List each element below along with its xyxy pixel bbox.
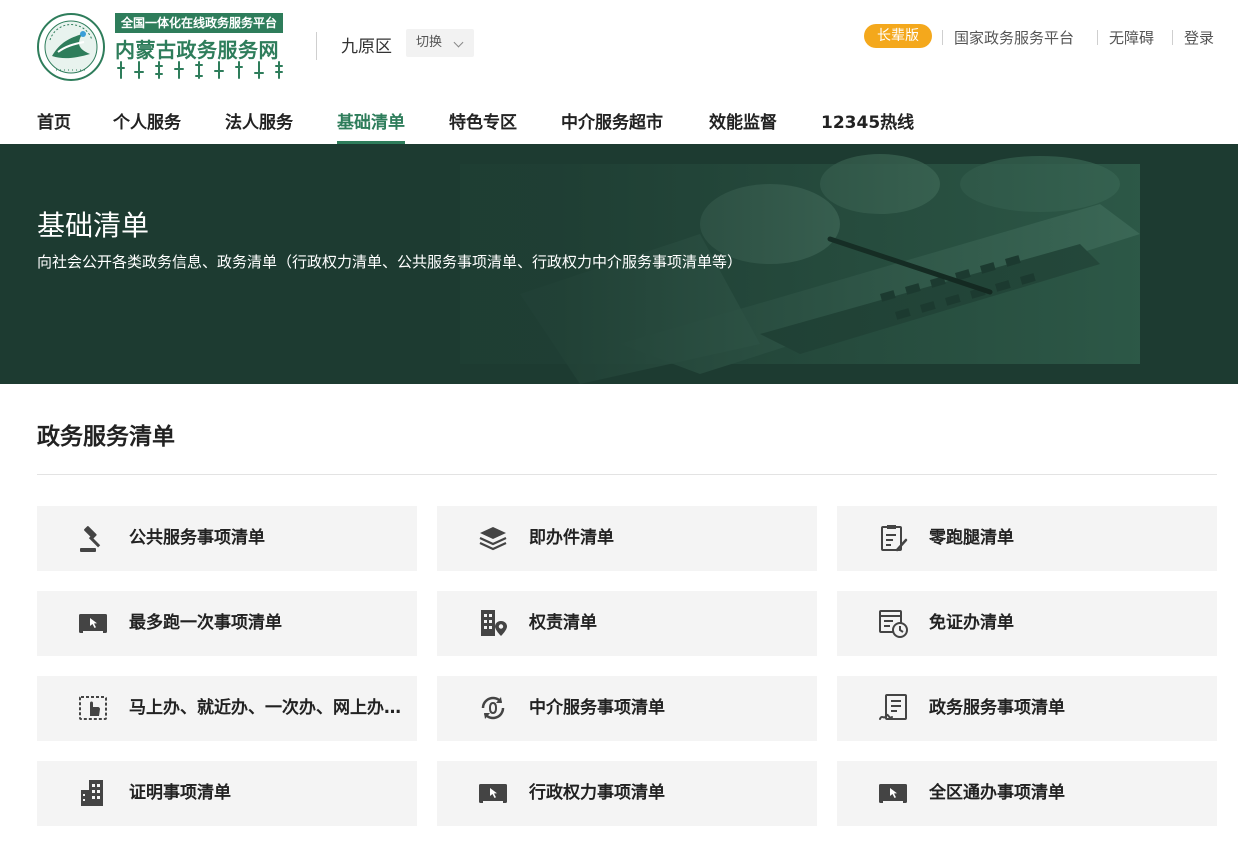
gavel-icon [80, 526, 101, 552]
nav-item-12345-hotline[interactable]: 12345热线 [821, 108, 914, 144]
document-pen-icon [881, 525, 908, 552]
link-separator [1172, 30, 1173, 45]
section-title: 政务服务清单 [37, 424, 175, 450]
list-card-powers-responsibilities[interactable]: 权责清单 [437, 591, 817, 656]
card-label: 公共服务事项清单 [129, 528, 265, 548]
mongolian-script-logo-icon [117, 61, 283, 79]
monitor-cursor-icon [479, 784, 507, 803]
logo-tagline: 全国一体化在线政务服务平台 [115, 13, 284, 33]
section-divider [37, 474, 1217, 475]
logo-title[interactable]: 内蒙古政务服务网 [115, 34, 279, 63]
building-location-icon [481, 610, 507, 636]
monitor-cursor-icon [879, 784, 907, 803]
nav-item-legal-entity-services[interactable]: 法人服务 [225, 108, 293, 144]
list-card-certificate-free[interactable]: 免证办清单 [837, 591, 1217, 656]
list-card-government-service-items[interactable]: 政务服务事项清单 [837, 676, 1217, 741]
logo-emblem-icon[interactable] [36, 12, 106, 82]
header-divider [316, 32, 317, 60]
list-card-public-services[interactable]: 公共服务事项清单 [37, 506, 417, 571]
card-label: 行政权力事项清单 [529, 783, 665, 803]
list-card-region-wide-services[interactable]: 全区通办事项清单 [837, 761, 1217, 826]
list-card-one-trip-max[interactable]: 最多跑一次事项清单 [37, 591, 417, 656]
list-card-immediate-nearby-online[interactable]: 马上办、就近办、一次办、网上办清单 [37, 676, 417, 741]
list-card-zero-trips[interactable]: 零跑腿清单 [837, 506, 1217, 571]
banner-subtitle: 向社会公开各类政务信息、政务清单（行政权力清单、公共服务事项清单、行政权力中介服… [37, 253, 743, 271]
national-platform-link[interactable]: 国家政务服务平台 [954, 27, 1074, 48]
layers-icon [479, 527, 507, 551]
accessibility-link[interactable]: 无障碍 [1109, 27, 1154, 48]
page-banner: 基础清单 向社会公开各类政务信息、政务清单（行政权力清单、公共服务事项清单、行政… [0, 144, 1238, 384]
card-label: 全区通办事项清单 [929, 783, 1065, 803]
card-label: 马上办、就近办、一次办、网上办清单 [129, 698, 401, 718]
card-label: 即办件清单 [529, 528, 614, 548]
card-label: 证明事项清单 [129, 783, 231, 803]
site-header: 全国一体化在线政务服务平台 内蒙古政务服务网 九原区 切换 长辈版 国家政务服务… [0, 0, 1238, 95]
card-label: 政务服务事项清单 [929, 698, 1065, 718]
nav-item-personal-services[interactable]: 个人服务 [113, 108, 181, 144]
nav-item-agency-market[interactable]: 中介服务超市 [561, 108, 663, 144]
nav-item-efficiency-supervision[interactable]: 效能监督 [709, 108, 777, 144]
list-card-certification-items[interactable]: 证明事项清单 [37, 761, 417, 826]
card-label: 免证办清单 [929, 613, 1014, 633]
card-label: 最多跑一次事项清单 [129, 613, 282, 633]
list-card-administrative-powers[interactable]: 行政权力事项清单 [437, 761, 817, 826]
nav-item-featured-zone[interactable]: 特色专区 [449, 108, 517, 144]
elder-mode-button[interactable]: 长辈版 [864, 24, 932, 48]
banner-title: 基础清单 [37, 209, 150, 242]
current-region: 九原区 [341, 37, 392, 57]
list-card-intermediary-services[interactable]: 中介服务事项清单 [437, 676, 817, 741]
region-switch-button[interactable]: 切换 [406, 29, 474, 57]
login-link[interactable]: 登录 [1184, 27, 1214, 48]
card-label: 零跑腿清单 [929, 528, 1014, 548]
document-sign-icon [879, 694, 907, 720]
card-label: 权责清单 [529, 613, 597, 633]
circular-arrows-icon [481, 696, 505, 720]
card-label: 中介服务事项清单 [529, 698, 665, 718]
link-separator [1097, 30, 1098, 45]
list-card-immediate-processing[interactable]: 即办件清单 [437, 506, 817, 571]
touch-hand-icon [79, 696, 107, 720]
monitor-cursor-icon [79, 614, 107, 633]
document-clock-icon [879, 610, 908, 638]
region-switch-label: 切换 [416, 35, 443, 50]
link-separator [942, 30, 943, 45]
chevron-down-icon [453, 37, 464, 48]
nav-item-basic-lists[interactable]: 基础清单 [337, 108, 405, 144]
buildings-icon [81, 780, 103, 806]
nav-item-home[interactable]: 首页 [37, 108, 71, 144]
